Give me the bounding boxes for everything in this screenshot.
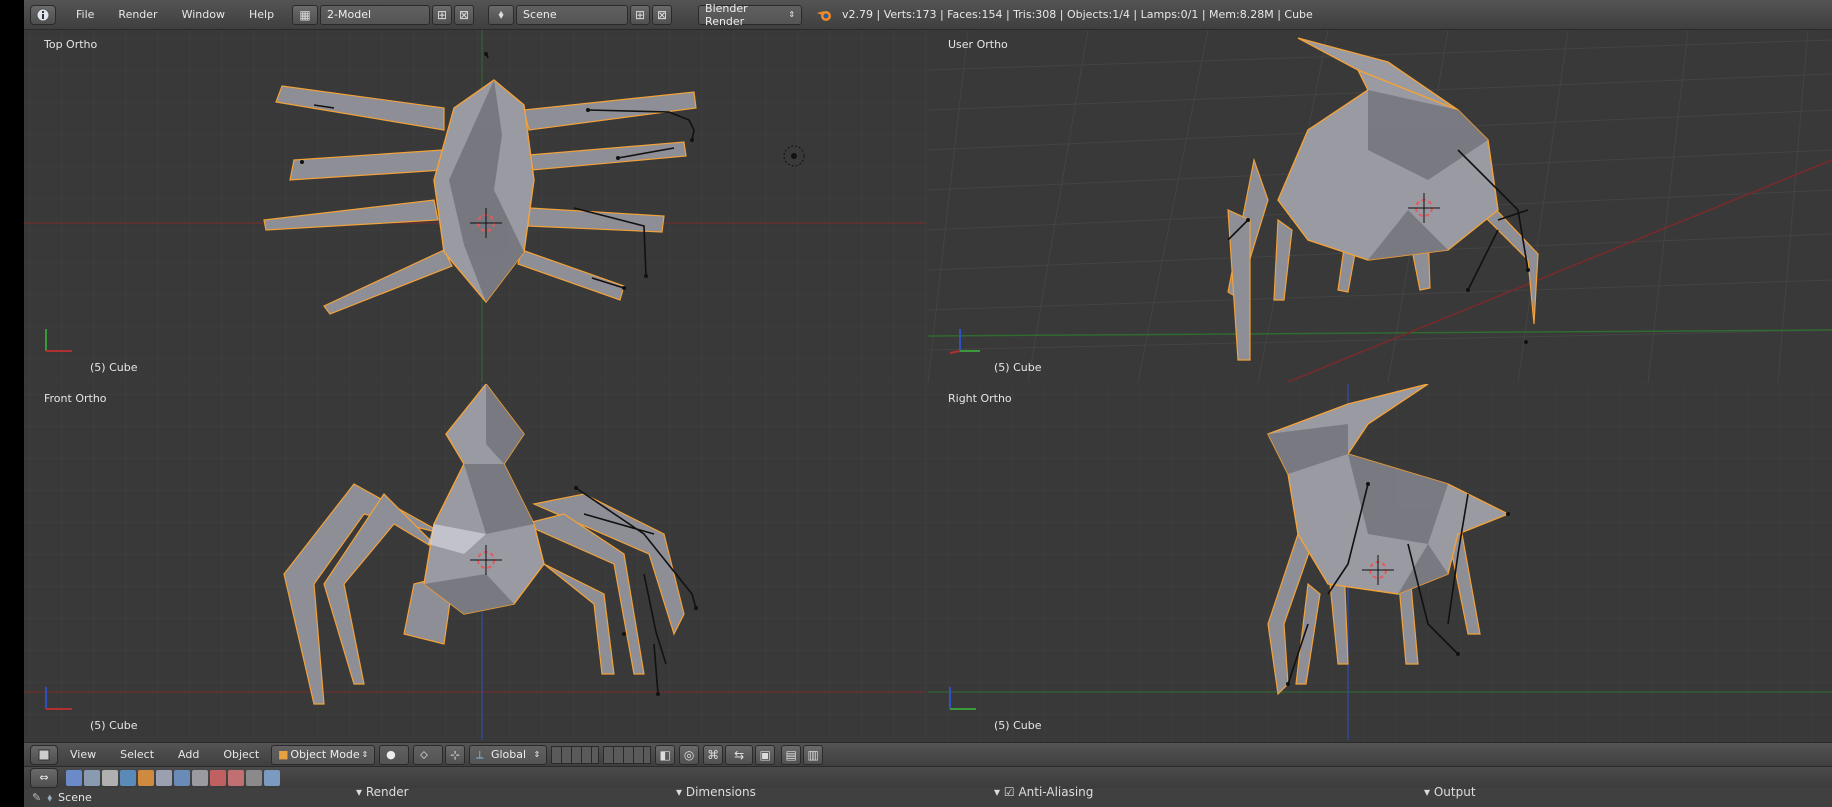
- panel-render-label: Render: [365, 785, 409, 799]
- spider-mesh-user: [1227, 37, 1539, 361]
- viewport-user-ortho[interactable]: User Ortho (5) Cube: [928, 30, 1832, 382]
- panel-output-header[interactable]: ▾ Output: [1424, 785, 1476, 799]
- axis-gizmo: [946, 323, 986, 358]
- menu-render[interactable]: Render: [106, 8, 169, 21]
- checkbox-icon[interactable]: ☑: [1004, 785, 1015, 799]
- panel-render-header[interactable]: ▾ Render: [356, 785, 409, 799]
- menu-file[interactable]: File: [64, 8, 106, 21]
- properties-body: ✎ ⬧ Scene: [24, 788, 1832, 807]
- scene-statistics: v2.79 | Verts:173 | Faces:154 | Tris:308…: [842, 8, 1313, 21]
- active-object-label: (5) Cube: [90, 361, 138, 374]
- axis-gizmo: [946, 681, 986, 716]
- menu-select[interactable]: Select: [108, 748, 166, 761]
- screen-layout-field[interactable]: 2-Model: [320, 4, 431, 25]
- delete-screen-icon[interactable]: ⊠: [454, 4, 475, 25]
- viewport-front-ortho[interactable]: Front Ortho (5) Cube: [24, 384, 926, 740]
- panel-antialiasing-header[interactable]: ▾ ☑ Anti-Aliasing: [994, 785, 1093, 799]
- menu-help[interactable]: Help: [237, 8, 286, 21]
- scene-field[interactable]: Scene: [516, 4, 629, 25]
- orientation-dropdown[interactable]: ⟂ Global ⇕: [469, 744, 548, 765]
- panel-output-label: Output: [1433, 785, 1476, 799]
- 3d-view-header: View Select Add Object ■ Object Mode ⇕ ●…: [24, 742, 1832, 766]
- menu-add[interactable]: Add: [166, 748, 211, 761]
- active-object-label: (5) Cube: [994, 361, 1042, 374]
- pin-icon[interactable]: ✎: [32, 791, 41, 804]
- active-object-label: (5) Cube: [90, 719, 138, 732]
- add-scene-icon[interactable]: ⊞: [630, 4, 651, 25]
- viewport-top-ortho[interactable]: Top Ortho (5) Cube: [24, 30, 926, 382]
- panel-antialiasing-label: Anti-Aliasing: [1018, 785, 1094, 799]
- properties-editor-button[interactable]: ⇔: [30, 767, 58, 788]
- updown-arrows-icon: ⇕: [361, 750, 369, 759]
- panel-dimensions-label: Dimensions: [685, 785, 756, 799]
- axis-icon: ⟂: [476, 747, 484, 761]
- physics-tab-icon[interactable]: [264, 769, 280, 786]
- screen-layout-icon[interactable]: ▦: [292, 4, 319, 25]
- layer-buttons-2[interactable]: [603, 745, 652, 764]
- properties-context-tabs: [66, 769, 282, 786]
- scene-context-icon: ⬧: [47, 790, 53, 804]
- editor-type-button[interactable]: [30, 4, 56, 25]
- opengl-render-icon[interactable]: ▤: [781, 744, 802, 765]
- render-preview-icon[interactable]: ▣: [755, 744, 776, 765]
- add-screen-icon[interactable]: ⊞: [432, 4, 453, 25]
- viewport-name-label: Right Ortho: [948, 392, 1012, 405]
- modifiers-tab-icon[interactable]: [174, 769, 190, 786]
- render-engine-dropdown[interactable]: Blender Render ⇕: [698, 1, 803, 28]
- lock-layers-icon[interactable]: ◧: [655, 744, 676, 765]
- object-mode-icon: ■: [278, 748, 289, 761]
- spider-mesh-front: [283, 384, 698, 705]
- object-tab-icon[interactable]: [138, 769, 154, 786]
- panel-dimensions-header[interactable]: ▾ Dimensions: [676, 785, 756, 799]
- axis-gizmo: [42, 323, 82, 358]
- axis-gizmo: [42, 681, 82, 716]
- render-engine-label: Blender Render: [705, 1, 748, 28]
- blender-window: File Render Window Help ▦ 2-Model ⊞ ⊠ ⬧ …: [24, 0, 1832, 807]
- active-object-label: (5) Cube: [994, 719, 1042, 732]
- menu-window[interactable]: Window: [170, 8, 237, 21]
- snap-icon[interactable]: ⌘: [703, 744, 724, 765]
- spider-mesh-right: [1267, 384, 1510, 696]
- proportional-edit-icon[interactable]: ◎: [679, 744, 700, 765]
- constraints-tab-icon[interactable]: [156, 769, 172, 786]
- viewport-name-label: Top Ortho: [44, 38, 98, 51]
- mode-label: Object Mode: [290, 748, 360, 761]
- delete-scene-icon[interactable]: ⊠: [652, 4, 673, 25]
- spider-mesh-top: [263, 51, 805, 315]
- pivot-dropdown[interactable]: ⬦: [413, 744, 444, 765]
- viewport-shading-dropdown[interactable]: ●: [379, 744, 410, 765]
- blender-logo-icon: [817, 10, 832, 21]
- updown-arrows-icon: ⇕: [788, 10, 796, 19]
- context-label: Scene: [58, 791, 92, 804]
- render-layers-tab-icon[interactable]: [84, 769, 100, 786]
- scene-icon[interactable]: ⬧: [488, 4, 515, 25]
- menu-object[interactable]: Object: [211, 748, 271, 761]
- properties-header: ⇔: [24, 766, 1832, 788]
- layer-buttons-1[interactable]: [551, 745, 600, 764]
- info-header: File Render Window Help ▦ 2-Model ⊞ ⊠ ⬧ …: [24, 0, 1832, 30]
- orientation-label: Global: [490, 748, 527, 761]
- viewport-name-label: Front Ortho: [44, 392, 107, 405]
- menu-view[interactable]: View: [58, 748, 108, 761]
- material-tab-icon[interactable]: [210, 769, 226, 786]
- mode-dropdown[interactable]: ■ Object Mode ⇕: [271, 744, 376, 765]
- texture-tab-icon[interactable]: [228, 769, 244, 786]
- particles-tab-icon[interactable]: [246, 769, 262, 786]
- scene-tab-icon[interactable]: [102, 769, 118, 786]
- opengl-animation-icon[interactable]: ▥: [803, 744, 824, 765]
- viewport-right-ortho[interactable]: Right Ortho (5) Cube: [928, 384, 1832, 740]
- 3d-view-editor-button[interactable]: [30, 744, 58, 765]
- data-tab-icon[interactable]: [192, 769, 208, 786]
- world-tab-icon[interactable]: [120, 769, 136, 786]
- render-tab-icon[interactable]: [66, 769, 82, 786]
- left-edge-strip: [0, 0, 24, 807]
- updown-arrows-icon: ⇕: [533, 750, 541, 759]
- cube-view-icon: [38, 749, 50, 760]
- viewport-name-label: User Ortho: [948, 38, 1008, 51]
- manipulator-icon[interactable]: ⊹: [445, 744, 466, 765]
- info-icon: [36, 8, 50, 21]
- snap-target-icon[interactable]: ⇆: [725, 744, 754, 765]
